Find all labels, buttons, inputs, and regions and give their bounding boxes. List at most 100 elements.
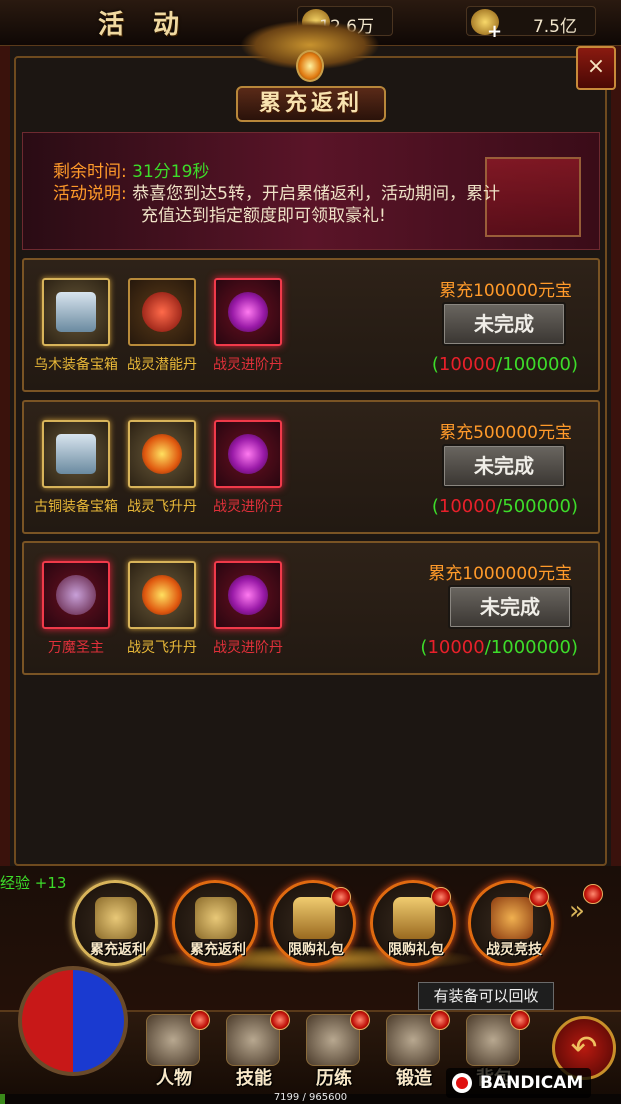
notification-dot-icon	[270, 1010, 290, 1030]
red-orb-icon	[142, 292, 182, 332]
activity-button-label: 限购礼包	[288, 942, 344, 958]
purple-orb-icon	[228, 575, 268, 615]
progress-total: 1000000	[490, 637, 571, 658]
add-ingot-icon[interactable]: +	[487, 21, 502, 42]
orange-orb-icon	[142, 434, 182, 474]
reward-item-name: 万魔圣主	[48, 640, 104, 656]
notification-dot-icon	[529, 887, 549, 907]
reward-item-slot[interactable]	[214, 278, 282, 346]
window-title: 活 动	[98, 10, 190, 40]
flame-gem-icon	[296, 50, 324, 82]
reward-item-name: 乌木装备宝箱	[34, 357, 118, 373]
ingot-resource[interactable]: + 7.5亿	[466, 6, 596, 42]
claim-status-button[interactable]: 未完成	[442, 444, 566, 488]
description-label: 活动说明:	[53, 184, 127, 204]
recharge-target: 累充1000000元宝	[428, 564, 572, 584]
description-line-2: 充值达到指定额度即可领取豪礼!	[141, 205, 386, 227]
orange-orb-icon	[142, 575, 182, 615]
description-text-1: 恭喜您到达5转，开启累储返利，活动期间，累计	[132, 184, 500, 204]
nav-forge[interactable]: 锻造	[374, 1010, 454, 1090]
remaining-time-value: 31分19秒	[132, 162, 210, 182]
progress-current: 10000	[438, 354, 497, 375]
reward-item-slot[interactable]	[128, 278, 196, 346]
nav-skills[interactable]: 技能	[214, 1010, 294, 1090]
nav-label: 技能	[236, 1068, 272, 1089]
reward-item-name: 战灵进阶丹	[213, 499, 283, 515]
progress-total: 500000	[502, 496, 571, 517]
notification-dot-icon	[583, 884, 603, 904]
recycle-tooltip[interactable]: 有装备可以回收	[418, 982, 554, 1010]
reward-item-slot[interactable]	[214, 420, 282, 488]
reward-item-name: 战灵进阶丹	[213, 357, 283, 373]
recharge-target: 累充100000元宝	[439, 281, 572, 301]
reward-item-name: 战灵潜能丹	[127, 357, 197, 373]
reward-item-slot[interactable]	[42, 420, 110, 488]
demon-mask-icon	[491, 897, 533, 939]
info-banner: 剩余时间: 31分19秒 活动说明: 恭喜您到达5转，开启累储返利，活动期间，累…	[22, 132, 600, 250]
notification-dot-icon	[430, 1010, 450, 1030]
reward-item-name: 战灵飞升丹	[127, 499, 197, 515]
activity-button-recharge-rebate[interactable]: 累充返利	[72, 880, 158, 966]
nav-label: 人物	[156, 1068, 192, 1089]
activity-button-label: 累充返利	[190, 942, 246, 958]
activity-button-recharge-rebate-2[interactable]: 累充返利	[172, 880, 258, 966]
activity-button-label: 战灵竞技	[486, 942, 542, 958]
notification-dot-icon	[331, 887, 351, 907]
progress-text: (10000/1000000)	[420, 637, 578, 658]
notification-dot-icon	[510, 1010, 530, 1030]
reward-item-slot[interactable]	[42, 278, 110, 346]
chest-icon	[56, 434, 96, 474]
recorder-watermark: BANDICAM	[446, 1068, 592, 1098]
reward-item-name: 战灵飞升丹	[127, 640, 197, 656]
panel-title: 累充返利	[258, 91, 363, 116]
nav-character[interactable]: 人物	[134, 1010, 214, 1090]
close-button[interactable]: ×	[576, 46, 616, 90]
chest-icon	[56, 292, 96, 332]
description-line: 活动说明: 恭喜您到达5转，开启累储返利，活动期间，累计	[53, 183, 500, 205]
ingot-value: 7.5亿	[532, 17, 577, 37]
exp-gain-text: 经验 +13	[0, 874, 67, 892]
reward-item-slot[interactable]	[214, 561, 282, 629]
description-text-2: 充值达到指定额度即可领取豪礼!	[141, 206, 386, 226]
gift-box-icon	[293, 897, 335, 939]
claim-status-button[interactable]: 未完成	[448, 585, 572, 629]
record-icon	[452, 1073, 472, 1093]
reward-item-name: 战灵进阶丹	[213, 640, 283, 656]
notification-dot-icon	[190, 1010, 210, 1030]
activity-button-label: 限购礼包	[388, 942, 444, 958]
reward-item-slot[interactable]	[128, 561, 196, 629]
notification-dot-icon	[431, 887, 451, 907]
notification-dot-icon	[350, 1010, 370, 1030]
gift-box-icon	[393, 897, 435, 939]
progress-current: 10000	[427, 637, 485, 658]
reward-item-slot[interactable]	[128, 420, 196, 488]
progress-current: 10000	[438, 496, 497, 517]
yin-yang-orb-icon[interactable]	[18, 966, 128, 1076]
activity-button-label: 累充返利	[90, 942, 146, 958]
treasure-bag-icon	[95, 897, 137, 939]
treasure-bag-icon	[195, 897, 237, 939]
progress-text: (10000/500000)	[431, 496, 578, 517]
demon-lord-icon	[56, 575, 96, 615]
watermark-text: BANDICAM	[480, 1073, 584, 1093]
panel-title-plate: 累充返利	[236, 86, 386, 122]
activity-button-limited-pack[interactable]: 限购礼包	[270, 880, 356, 966]
reward-row: 万魔圣主 战灵飞升丹 战灵进阶丹 累充1000000元宝 未完成 (10000/…	[22, 541, 600, 675]
activity-button-spirit-arena[interactable]: 战灵竞技	[468, 880, 554, 966]
reward-row: 古铜装备宝箱 战灵飞升丹 战灵进阶丹 累充500000元宝 未完成 (10000…	[22, 400, 600, 534]
reward-row: 乌木装备宝箱 战灵潜能丹 战灵进阶丹 累充100000元宝 未完成 (10000…	[22, 258, 600, 392]
progress-total: 100000	[502, 354, 571, 375]
claim-status-button[interactable]: 未完成	[442, 302, 566, 346]
reward-item-slot[interactable]	[42, 561, 110, 629]
remaining-time-label: 剩余时间:	[53, 162, 127, 182]
purple-orb-icon	[228, 434, 268, 474]
progress-text: (10000/100000)	[431, 354, 578, 375]
nav-training[interactable]: 历练	[294, 1010, 374, 1090]
reward-item-name: 古铜装备宝箱	[34, 499, 118, 515]
nav-label: 锻造	[396, 1068, 432, 1089]
nav-label: 历练	[316, 1068, 352, 1089]
remaining-time-line: 剩余时间: 31分19秒	[53, 161, 209, 183]
purple-orb-icon	[228, 292, 268, 332]
recharge-target: 累充500000元宝	[439, 423, 572, 443]
activity-button-limited-pack-2[interactable]: 限购礼包	[370, 880, 456, 966]
